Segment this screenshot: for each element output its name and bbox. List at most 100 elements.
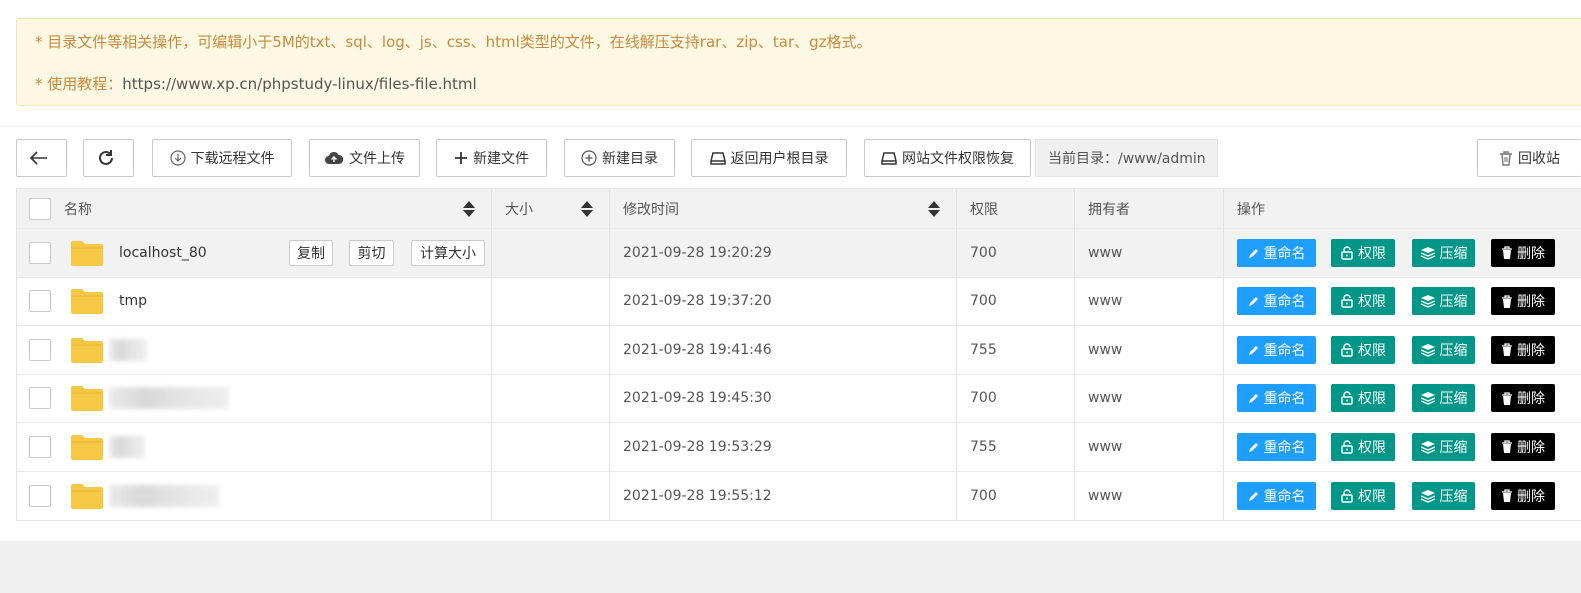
cut-button[interactable]: 剪切 — [349, 239, 394, 266]
upload-button[interactable]: 文件上传 — [309, 139, 420, 177]
sort-name-icon[interactable] — [462, 199, 476, 219]
zip-button[interactable]: 压缩 — [1412, 287, 1475, 316]
zip-label: 压缩 — [1439, 342, 1468, 359]
row-checkbox[interactable] — [29, 338, 51, 361]
col-divider — [1223, 374, 1224, 422]
rename-label: 重命名 — [1263, 488, 1306, 505]
row-checkbox[interactable] — [29, 290, 51, 313]
col-divider — [1223, 326, 1224, 374]
col-divider — [609, 374, 610, 422]
download-circle-icon — [169, 150, 186, 166]
zip-button[interactable]: 压缩 — [1412, 384, 1475, 413]
col-divider — [1223, 277, 1224, 325]
delete-label: 删除 — [1517, 391, 1545, 408]
refresh-button[interactable] — [83, 139, 134, 177]
sort-mtime-icon[interactable] — [927, 199, 941, 219]
recycle-bin-button[interactable]: 回收站 — [1477, 139, 1581, 177]
refresh-icon — [99, 150, 113, 165]
col-divider — [956, 189, 957, 228]
perm-button[interactable]: 权限 — [1331, 432, 1395, 461]
folder-icon — [71, 434, 103, 460]
home-dir-label: 返回用户根目录 — [730, 151, 829, 167]
col-divider — [491, 277, 492, 325]
rename-button[interactable]: 重命名 — [1237, 287, 1316, 316]
table-row[interactable]: 2021-09-28 19:55:12 700 www 重命名 权限 压缩 删除 — [17, 471, 1581, 520]
delete-button[interactable]: 删除 — [1491, 238, 1555, 267]
col-divider — [609, 189, 610, 228]
home-dir-button[interactable]: 返回用户根目录 — [691, 139, 847, 177]
col-divider — [609, 471, 610, 520]
rename-button[interactable]: 重命名 — [1237, 238, 1316, 267]
col-divider — [956, 423, 957, 471]
redacted-filename — [109, 435, 145, 458]
select-all-checkbox[interactable] — [29, 197, 51, 220]
rename-button[interactable]: 重命名 — [1237, 481, 1316, 510]
table-row[interactable]: 2021-09-28 19:53:29 755 www 重命名 权限 压缩 删除 — [17, 423, 1581, 472]
rename-label: 重命名 — [1263, 245, 1306, 262]
table-row[interactable]: 2021-09-28 19:45:30 700 www 重命名 权限 压缩 删除 — [17, 374, 1581, 423]
file-table: 名称 大小 修改时间 权限 拥有者 操作 localhost_80 2021-0… — [16, 188, 1581, 521]
file-manager-page: * 目录文件等相关操作，可编辑小于5M的txt、sql、log、js、css、h… — [0, 0, 1581, 541]
copy-button[interactable]: 复制 — [289, 239, 333, 266]
zip-label: 压缩 — [1439, 391, 1468, 408]
notice-tutorial-label: * 使用教程： — [35, 75, 123, 93]
calc-size-button[interactable]: 计算大小 — [411, 239, 485, 266]
delete-button[interactable]: 删除 — [1491, 432, 1555, 461]
perm-button[interactable]: 权限 — [1331, 384, 1395, 413]
new-dir-button[interactable]: 新建目录 — [564, 139, 675, 177]
row-checkbox[interactable] — [29, 484, 51, 507]
zip-label: 压缩 — [1439, 439, 1468, 456]
row-checkbox[interactable] — [29, 387, 51, 410]
trash-icon — [1502, 295, 1512, 308]
rename-label: 重命名 — [1263, 342, 1306, 359]
download-remote-label: 下载远程文件 — [190, 151, 275, 167]
divider — [0, 126, 1581, 127]
perm-restore-button[interactable]: 网站文件权限恢复 — [864, 139, 1031, 177]
row-checkbox[interactable] — [29, 241, 51, 264]
file-name[interactable]: tmp — [119, 278, 147, 326]
table-row[interactable]: 2021-09-28 19:41:46 755 www 重命名 权限 压缩 删除 — [17, 326, 1581, 375]
delete-button[interactable]: 删除 — [1491, 287, 1555, 316]
file-name[interactable]: localhost_80 — [119, 229, 207, 277]
redacted-filename — [109, 484, 219, 507]
rename-button[interactable]: 重命名 — [1237, 384, 1316, 413]
zip-button[interactable]: 压缩 — [1412, 335, 1475, 364]
col-divider — [1074, 471, 1075, 520]
rename-button[interactable]: 重命名 — [1237, 335, 1316, 364]
delete-button[interactable]: 删除 — [1491, 335, 1555, 364]
zip-button[interactable]: 压缩 — [1412, 238, 1475, 267]
folder-icon — [71, 483, 103, 509]
table-row[interactable]: tmp 2021-09-28 19:37:20 700 www 重命名 权限 压… — [17, 277, 1581, 326]
perm-button[interactable]: 权限 — [1331, 238, 1395, 267]
download-remote-button[interactable]: 下载远程文件 — [152, 139, 292, 177]
delete-button[interactable]: 删除 — [1491, 384, 1555, 413]
file-perm: 755 — [970, 341, 997, 358]
file-perm: 755 — [970, 438, 997, 455]
rename-button[interactable]: 重命名 — [1237, 432, 1316, 461]
zip-button[interactable]: 压缩 — [1412, 481, 1475, 510]
perm-button[interactable]: 权限 — [1331, 287, 1395, 316]
back-button[interactable] — [16, 139, 67, 177]
header-name[interactable]: 名称 — [64, 189, 92, 228]
col-divider — [609, 277, 610, 325]
perm-button[interactable]: 权限 — [1331, 481, 1395, 510]
perm-button[interactable]: 权限 — [1331, 335, 1395, 364]
file-mtime: 2021-09-28 19:53:29 — [623, 438, 772, 455]
new-file-button[interactable]: 新建文件 — [436, 139, 547, 177]
header-owner: 拥有者 — [1088, 201, 1130, 218]
file-perm: 700 — [970, 244, 997, 261]
table-row[interactable]: localhost_80 2021-09-28 19:20:29 700 www… — [17, 229, 1581, 278]
sort-size-icon[interactable] — [580, 199, 594, 219]
zip-button[interactable]: 压缩 — [1412, 432, 1475, 461]
header-size[interactable]: 大小 — [505, 189, 533, 228]
col-divider — [609, 326, 610, 374]
drive-icon — [709, 152, 726, 165]
trash-icon — [1502, 343, 1512, 357]
delete-button[interactable]: 删除 — [1491, 481, 1555, 510]
row-checkbox[interactable] — [29, 435, 51, 458]
col-divider — [491, 326, 492, 374]
col-divider — [1074, 326, 1075, 374]
tutorial-link[interactable]: https://www.xp.cn/phpstudy-linux/files-f… — [122, 75, 476, 93]
unlock-icon — [1341, 440, 1353, 454]
header-mtime[interactable]: 修改时间 — [623, 189, 679, 228]
